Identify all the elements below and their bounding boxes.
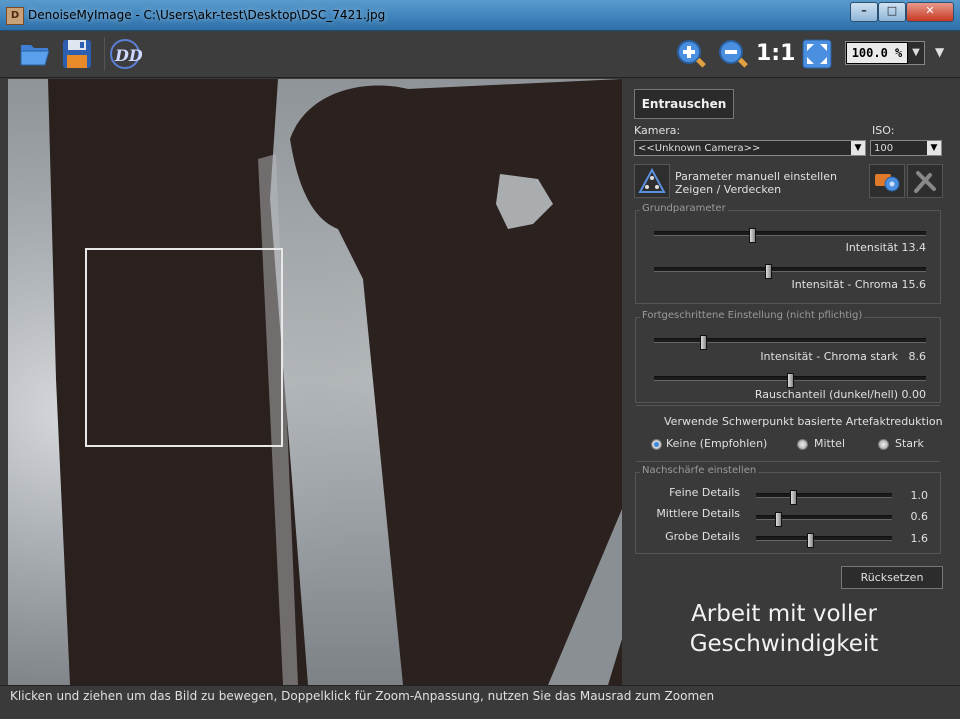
intensity-value: 13.4	[901, 241, 927, 254]
sharpen-title: Nachschärfe einstellen	[640, 465, 759, 476]
zoom-fit-icon[interactable]	[800, 37, 834, 71]
zoom-actual-icon[interactable]: 1:1	[756, 40, 795, 68]
medium-details-label: Mittlere Details	[656, 507, 740, 520]
chevron-down-icon[interactable]: ▼	[927, 141, 941, 155]
toolbar: DD 1:1 100.0 % ▼ ▼	[0, 31, 960, 78]
advanced-params-title: Fortgeschrittene Einstellung (nicht pfli…	[640, 310, 865, 321]
iso-value: 100	[874, 143, 894, 154]
iso-label: ISO:	[872, 124, 895, 137]
speed-status-line2: Geschwindigkeit	[689, 631, 879, 657]
speed-status-line1: Arbeit mit voller	[691, 601, 877, 627]
speed-status: Arbeit mit voller Geschwindigkeit	[664, 599, 904, 659]
intensity-slider[interactable]	[654, 227, 926, 243]
fine-details-value: 1.0	[910, 489, 929, 502]
manual-params-toggle-button[interactable]	[634, 164, 670, 198]
show-hide-label: Zeigen / Verdecken	[675, 183, 782, 196]
title-bar: D DenoiseMyImage - C:\Users\akr-test\Des…	[0, 0, 960, 31]
divider	[636, 461, 940, 462]
camera-settings-button[interactable]	[869, 164, 905, 198]
zoom-out-icon[interactable]	[716, 37, 750, 71]
basic-params-title: Grundparameter	[640, 203, 728, 214]
svg-text:DD: DD	[114, 46, 142, 65]
camera-gear-icon	[875, 174, 900, 192]
slider-thumb[interactable]	[787, 372, 794, 388]
slider-thumb[interactable]	[748, 227, 756, 243]
fine-details-label: Feine Details	[669, 486, 740, 499]
triangle-icon	[638, 167, 666, 193]
slider-thumb[interactable]	[789, 489, 797, 505]
settings-panel: Entrauschen Kamera: ISO: <<Unknown Camer…	[624, 79, 960, 685]
slider-thumb[interactable]	[774, 511, 782, 527]
divider	[636, 405, 940, 406]
close-button[interactable]: ✕	[906, 2, 954, 22]
zoom-value[interactable]: 100.0 %	[846, 42, 908, 64]
noise-ratio-slider[interactable]	[654, 372, 926, 388]
manual-params-label: Parameter manuell einstellen	[675, 170, 837, 183]
wrench-icon	[914, 171, 936, 193]
coarse-details-value: 1.6	[910, 532, 929, 545]
camera-select[interactable]: <<Unknown Camera>> ▼	[634, 140, 866, 156]
slider-thumb[interactable]	[807, 532, 815, 548]
fine-details-slider[interactable]	[756, 489, 892, 505]
chroma-intensity-slider[interactable]	[654, 263, 926, 279]
status-bar: Klicken und ziehen um das Bild zu bewege…	[0, 685, 960, 719]
advanced-params-group: Fortgeschrittene Einstellung (nicht pfli…	[635, 310, 941, 403]
chevron-down-icon[interactable]: ▼	[851, 141, 865, 155]
menu-arrow-icon[interactable]: ▼	[935, 45, 944, 59]
tools-button[interactable]	[907, 164, 943, 198]
chevron-down-icon[interactable]: ▼	[908, 42, 924, 64]
coarse-details-label: Grobe Details	[665, 530, 740, 543]
radio-strong[interactable]	[878, 439, 889, 450]
reset-button[interactable]: Rücksetzen	[841, 566, 943, 589]
artifact-reduction-label: Verwende Schwerpunkt basierte Artefaktre…	[664, 415, 943, 428]
camera-value: <<Unknown Camera>>	[638, 143, 761, 154]
chroma-strong-slider[interactable]	[654, 334, 926, 350]
open-folder-icon[interactable]	[18, 37, 52, 71]
slider-thumb[interactable]	[699, 334, 707, 350]
intensity-label: Intensität	[845, 241, 898, 254]
camera-label: Kamera:	[634, 124, 681, 137]
slider-thumb[interactable]	[765, 263, 773, 279]
app-logo-icon[interactable]: DD	[108, 37, 142, 71]
noise-ratio-value: 0.00	[901, 388, 927, 401]
sharpen-group: Nachschärfe einstellen Feine Details 1.0…	[635, 465, 941, 554]
radio-strong-label[interactable]: Stark	[895, 437, 924, 450]
chroma-intensity-label: Intensität - Chroma	[791, 278, 898, 291]
image-canvas[interactable]	[8, 79, 622, 685]
save-disk-icon[interactable]	[60, 37, 94, 71]
iso-select[interactable]: 100 ▼	[870, 140, 942, 156]
window-title: DenoiseMyImage - C:\Users\akr-test\Deskt…	[28, 8, 386, 22]
radio-medium[interactable]	[797, 439, 808, 450]
denoise-button[interactable]: Entrauschen	[634, 89, 734, 119]
zoom-select[interactable]: 100.0 % ▼	[845, 41, 925, 65]
noise-ratio-label: Rauschanteil (dunkel/hell)	[754, 388, 898, 401]
medium-details-value: 0.6	[910, 510, 929, 523]
status-text: Klicken und ziehen um das Bild zu bewege…	[10, 689, 715, 703]
chroma-strong-label: Intensität - Chroma stark	[760, 350, 898, 363]
radio-none-label[interactable]: Keine (Empfohlen)	[666, 437, 767, 450]
minimize-button[interactable]: –	[850, 2, 878, 22]
maximize-button[interactable]: □	[878, 2, 906, 22]
chroma-intensity-value: 15.6	[901, 278, 927, 291]
medium-details-slider[interactable]	[756, 511, 892, 527]
radio-none[interactable]	[651, 439, 662, 450]
coarse-details-slider[interactable]	[756, 532, 892, 548]
radio-medium-label[interactable]: Mittel	[814, 437, 845, 450]
zoom-in-icon[interactable]	[674, 37, 708, 71]
chroma-strong-value: 8.6	[908, 350, 927, 363]
toolbar-separator	[104, 37, 105, 71]
selection-rectangle[interactable]	[85, 248, 283, 447]
app-icon: D	[6, 7, 24, 25]
basic-params-group: Grundparameter Intensität 13.4 Intensitä…	[635, 203, 941, 304]
